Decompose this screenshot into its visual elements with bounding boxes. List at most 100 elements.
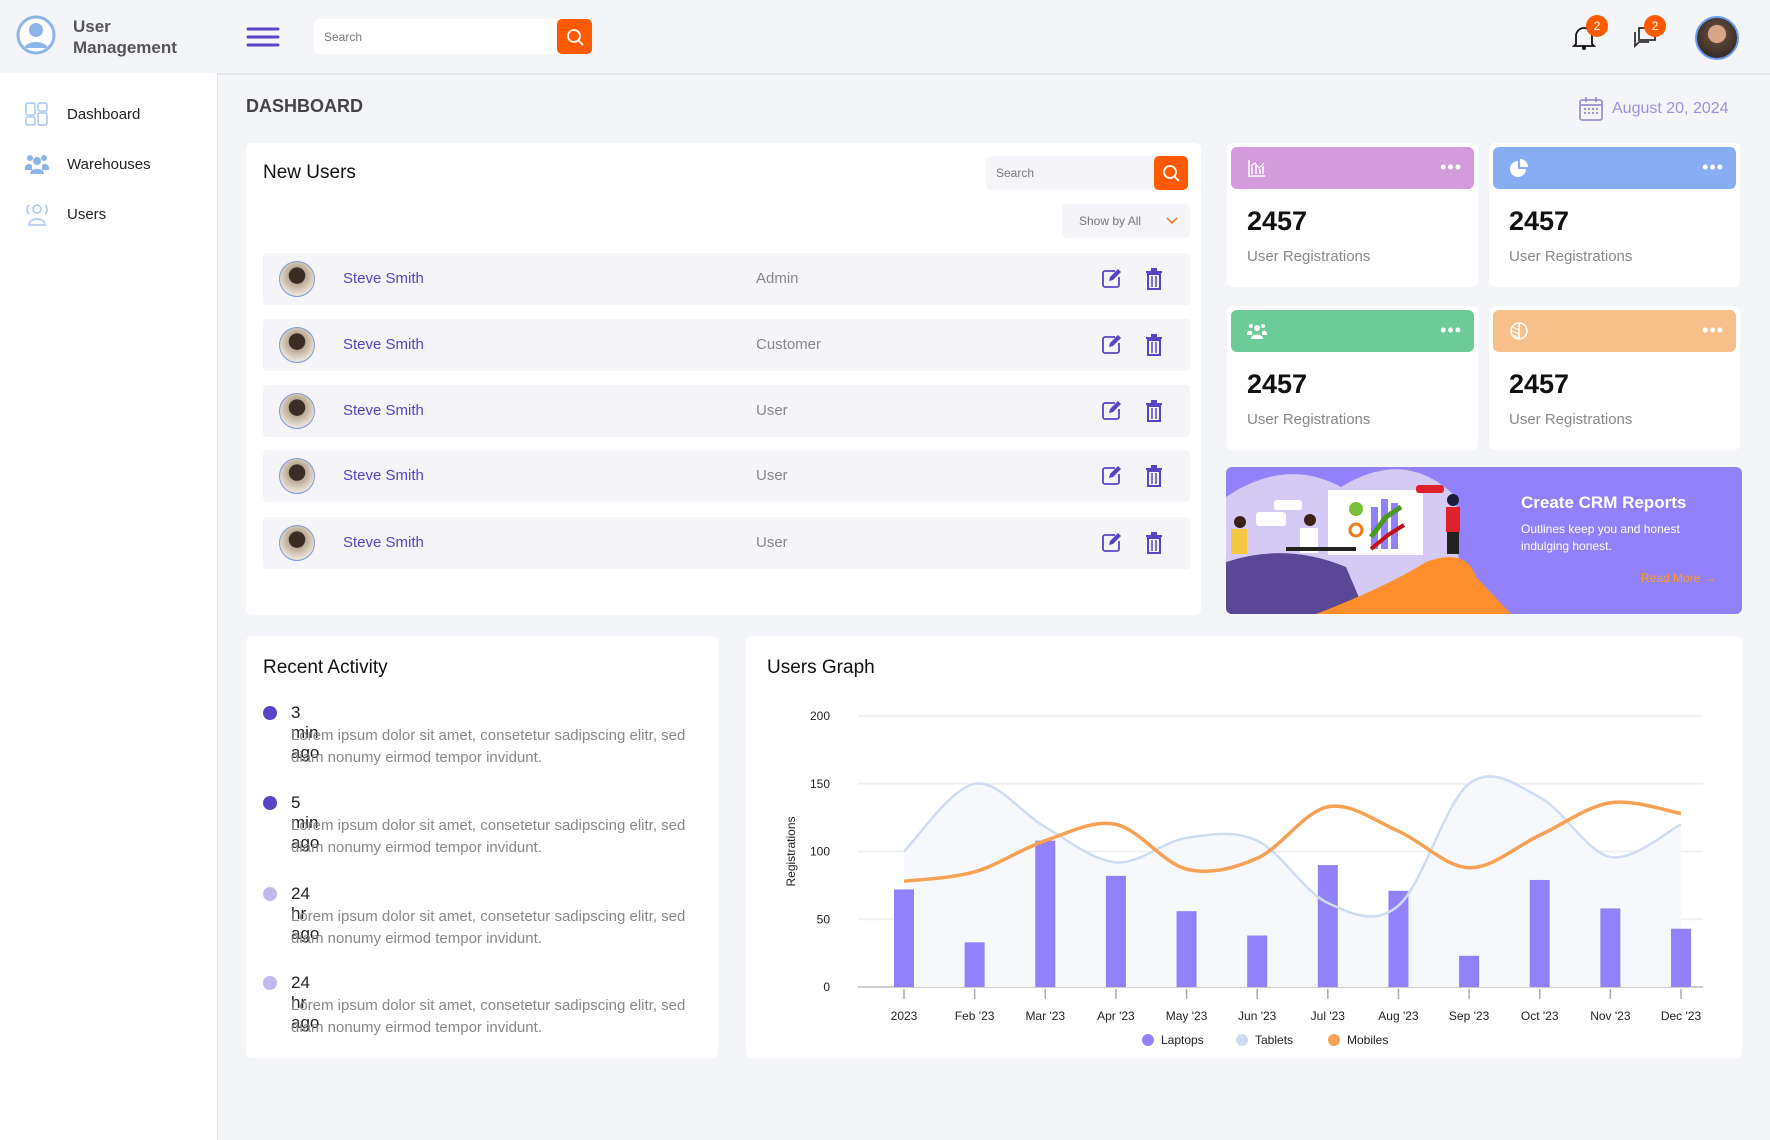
legend-marker <box>1328 1034 1340 1046</box>
sidebar-item-users[interactable]: Users <box>0 194 218 234</box>
read-more-link[interactable]: Read More → <box>1641 571 1716 585</box>
more-options-icon[interactable]: ••• <box>1440 158 1462 176</box>
user-avatar <box>279 327 315 363</box>
x-tick-label: Apr '23 <box>1097 1009 1135 1023</box>
stat-label: User Registrations <box>1247 248 1371 265</box>
sidebar-item-label: Warehouses <box>67 155 151 173</box>
user-row: Steve Smith User <box>263 385 1190 437</box>
users-graph-card: Users Graph 0 50 100 150 200 Registrations 202… <box>746 636 1742 1058</box>
user-row: Steve Smith Customer <box>263 319 1190 371</box>
x-tick-label: Dec '23 <box>1661 1009 1702 1023</box>
search-placeholder: Search <box>996 166 1035 180</box>
user-role: User <box>756 534 788 551</box>
stat-value: 2457 <box>1247 206 1308 236</box>
half-circle-icon <box>1510 322 1528 340</box>
stat-card-header: ••• <box>1231 147 1474 189</box>
laptops-bar <box>1247 935 1268 987</box>
dropdown-value: Show by All <box>1079 214 1142 228</box>
banner-text: Outlines keep you and honest indulging h… <box>1521 522 1680 553</box>
user-row: Steve Smith User <box>263 517 1190 569</box>
x-tick-label: 2023 <box>891 1009 918 1023</box>
user-circle-icon <box>16 15 56 55</box>
header-search-input[interactable]: Search <box>314 19 592 54</box>
profile-avatar[interactable] <box>1695 16 1739 60</box>
legend-marker <box>1236 1034 1248 1046</box>
user-avatar <box>279 261 315 297</box>
y-axis-label: Registrations <box>784 816 798 886</box>
search-button[interactable] <box>557 19 592 54</box>
edit-icon[interactable] <box>1101 532 1121 552</box>
activity-text: Lorem ipsum dolor sit amet, consetetur s… <box>291 997 686 1036</box>
edit-icon[interactable] <box>1101 465 1121 485</box>
user-name[interactable]: Steve Smith <box>343 467 424 484</box>
search-icon <box>566 28 584 46</box>
users-search-input[interactable]: Search <box>986 156 1188 190</box>
laptops-bar <box>1035 840 1056 987</box>
notification-badge: 2 <box>1586 15 1608 37</box>
chevron-down-icon <box>1166 217 1178 225</box>
y-tick-label: 150 <box>810 777 830 791</box>
y-tick-label: 100 <box>810 845 830 859</box>
messages-button[interactable]: 2 <box>1632 15 1666 53</box>
legend-label: Tablets <box>1255 1033 1293 1047</box>
grid-icon <box>24 101 50 127</box>
message-badge: 2 <box>1644 15 1666 37</box>
x-tick-label: Aug '23 <box>1378 1009 1419 1023</box>
sidebar-item-dashboard[interactable]: Dashboard <box>0 94 218 134</box>
activity-dot <box>263 796 277 810</box>
stat-card: ••• 2457 User Registrations <box>1227 306 1478 450</box>
stat-value: 2457 <box>1247 369 1308 399</box>
more-options-icon[interactable]: ••• <box>1702 321 1724 339</box>
calendar-icon <box>1579 97 1603 121</box>
search-icon <box>1163 165 1180 182</box>
delete-icon[interactable] <box>1145 334 1163 356</box>
user-row: Steve Smith User <box>263 450 1190 502</box>
laptops-bar <box>964 942 985 987</box>
app-title: User Management <box>73 17 177 57</box>
stat-label: User Registrations <box>1509 248 1633 265</box>
delete-icon[interactable] <box>1145 400 1163 422</box>
activity-dot <box>263 887 277 901</box>
user-name[interactable]: Steve Smith <box>343 270 424 287</box>
laptops-bar <box>1105 875 1126 987</box>
laptops-bar <box>1529 879 1550 987</box>
delete-icon[interactable] <box>1145 268 1163 290</box>
sidebar-item-warehouses[interactable]: Warehouses <box>0 144 218 184</box>
sidebar-item-label: Users <box>67 205 107 223</box>
more-options-icon[interactable]: ••• <box>1440 321 1462 339</box>
user-avatar <box>279 525 315 561</box>
show-by-dropdown[interactable]: Show by All <box>1062 204 1190 238</box>
user-role: Admin <box>756 270 799 287</box>
activity-text: Lorem ipsum dolor sit amet, consetetur s… <box>291 727 686 766</box>
more-options-icon[interactable]: ••• <box>1702 158 1724 176</box>
recent-activity-title: Recent Activity <box>263 657 388 678</box>
stat-card-header: ••• <box>1493 310 1736 352</box>
hamburger-menu-icon[interactable] <box>246 27 280 52</box>
laptops-bar <box>1317 865 1338 987</box>
activity-dot <box>263 976 277 990</box>
delete-icon[interactable] <box>1145 465 1163 487</box>
delete-icon[interactable] <box>1145 532 1163 554</box>
user-name[interactable]: Steve Smith <box>343 336 424 353</box>
users-graph-chart: 0 50 100 150 200 Registrations 2023 Feb '23 Mar … <box>784 709 1703 1047</box>
legend-label: Mobiles <box>1347 1033 1388 1047</box>
edit-icon[interactable] <box>1101 334 1121 354</box>
users-search-button[interactable] <box>1154 156 1188 190</box>
user-name[interactable]: Steve Smith <box>343 534 424 551</box>
banner-title: Create CRM Reports <box>1521 493 1687 512</box>
activity-dot <box>263 706 277 720</box>
date-display: August 20, 2024 <box>1578 96 1729 122</box>
crm-illustration <box>1226 469 1511 614</box>
legend-label: Laptops <box>1161 1033 1204 1047</box>
user-row: Steve Smith Admin <box>263 253 1190 305</box>
user-role: Customer <box>756 336 822 353</box>
edit-icon[interactable] <box>1101 268 1121 288</box>
x-tick-label: May '23 <box>1166 1009 1208 1023</box>
user-name[interactable]: Steve Smith <box>343 402 424 419</box>
laptops-bar <box>1600 908 1621 987</box>
notifications-button[interactable]: 2 <box>1571 15 1608 55</box>
y-tick-label: 200 <box>810 709 830 723</box>
edit-icon[interactable] <box>1101 400 1121 420</box>
laptops-bar <box>1176 911 1197 987</box>
stat-card: ••• 2457 User Registrations <box>1489 306 1740 450</box>
